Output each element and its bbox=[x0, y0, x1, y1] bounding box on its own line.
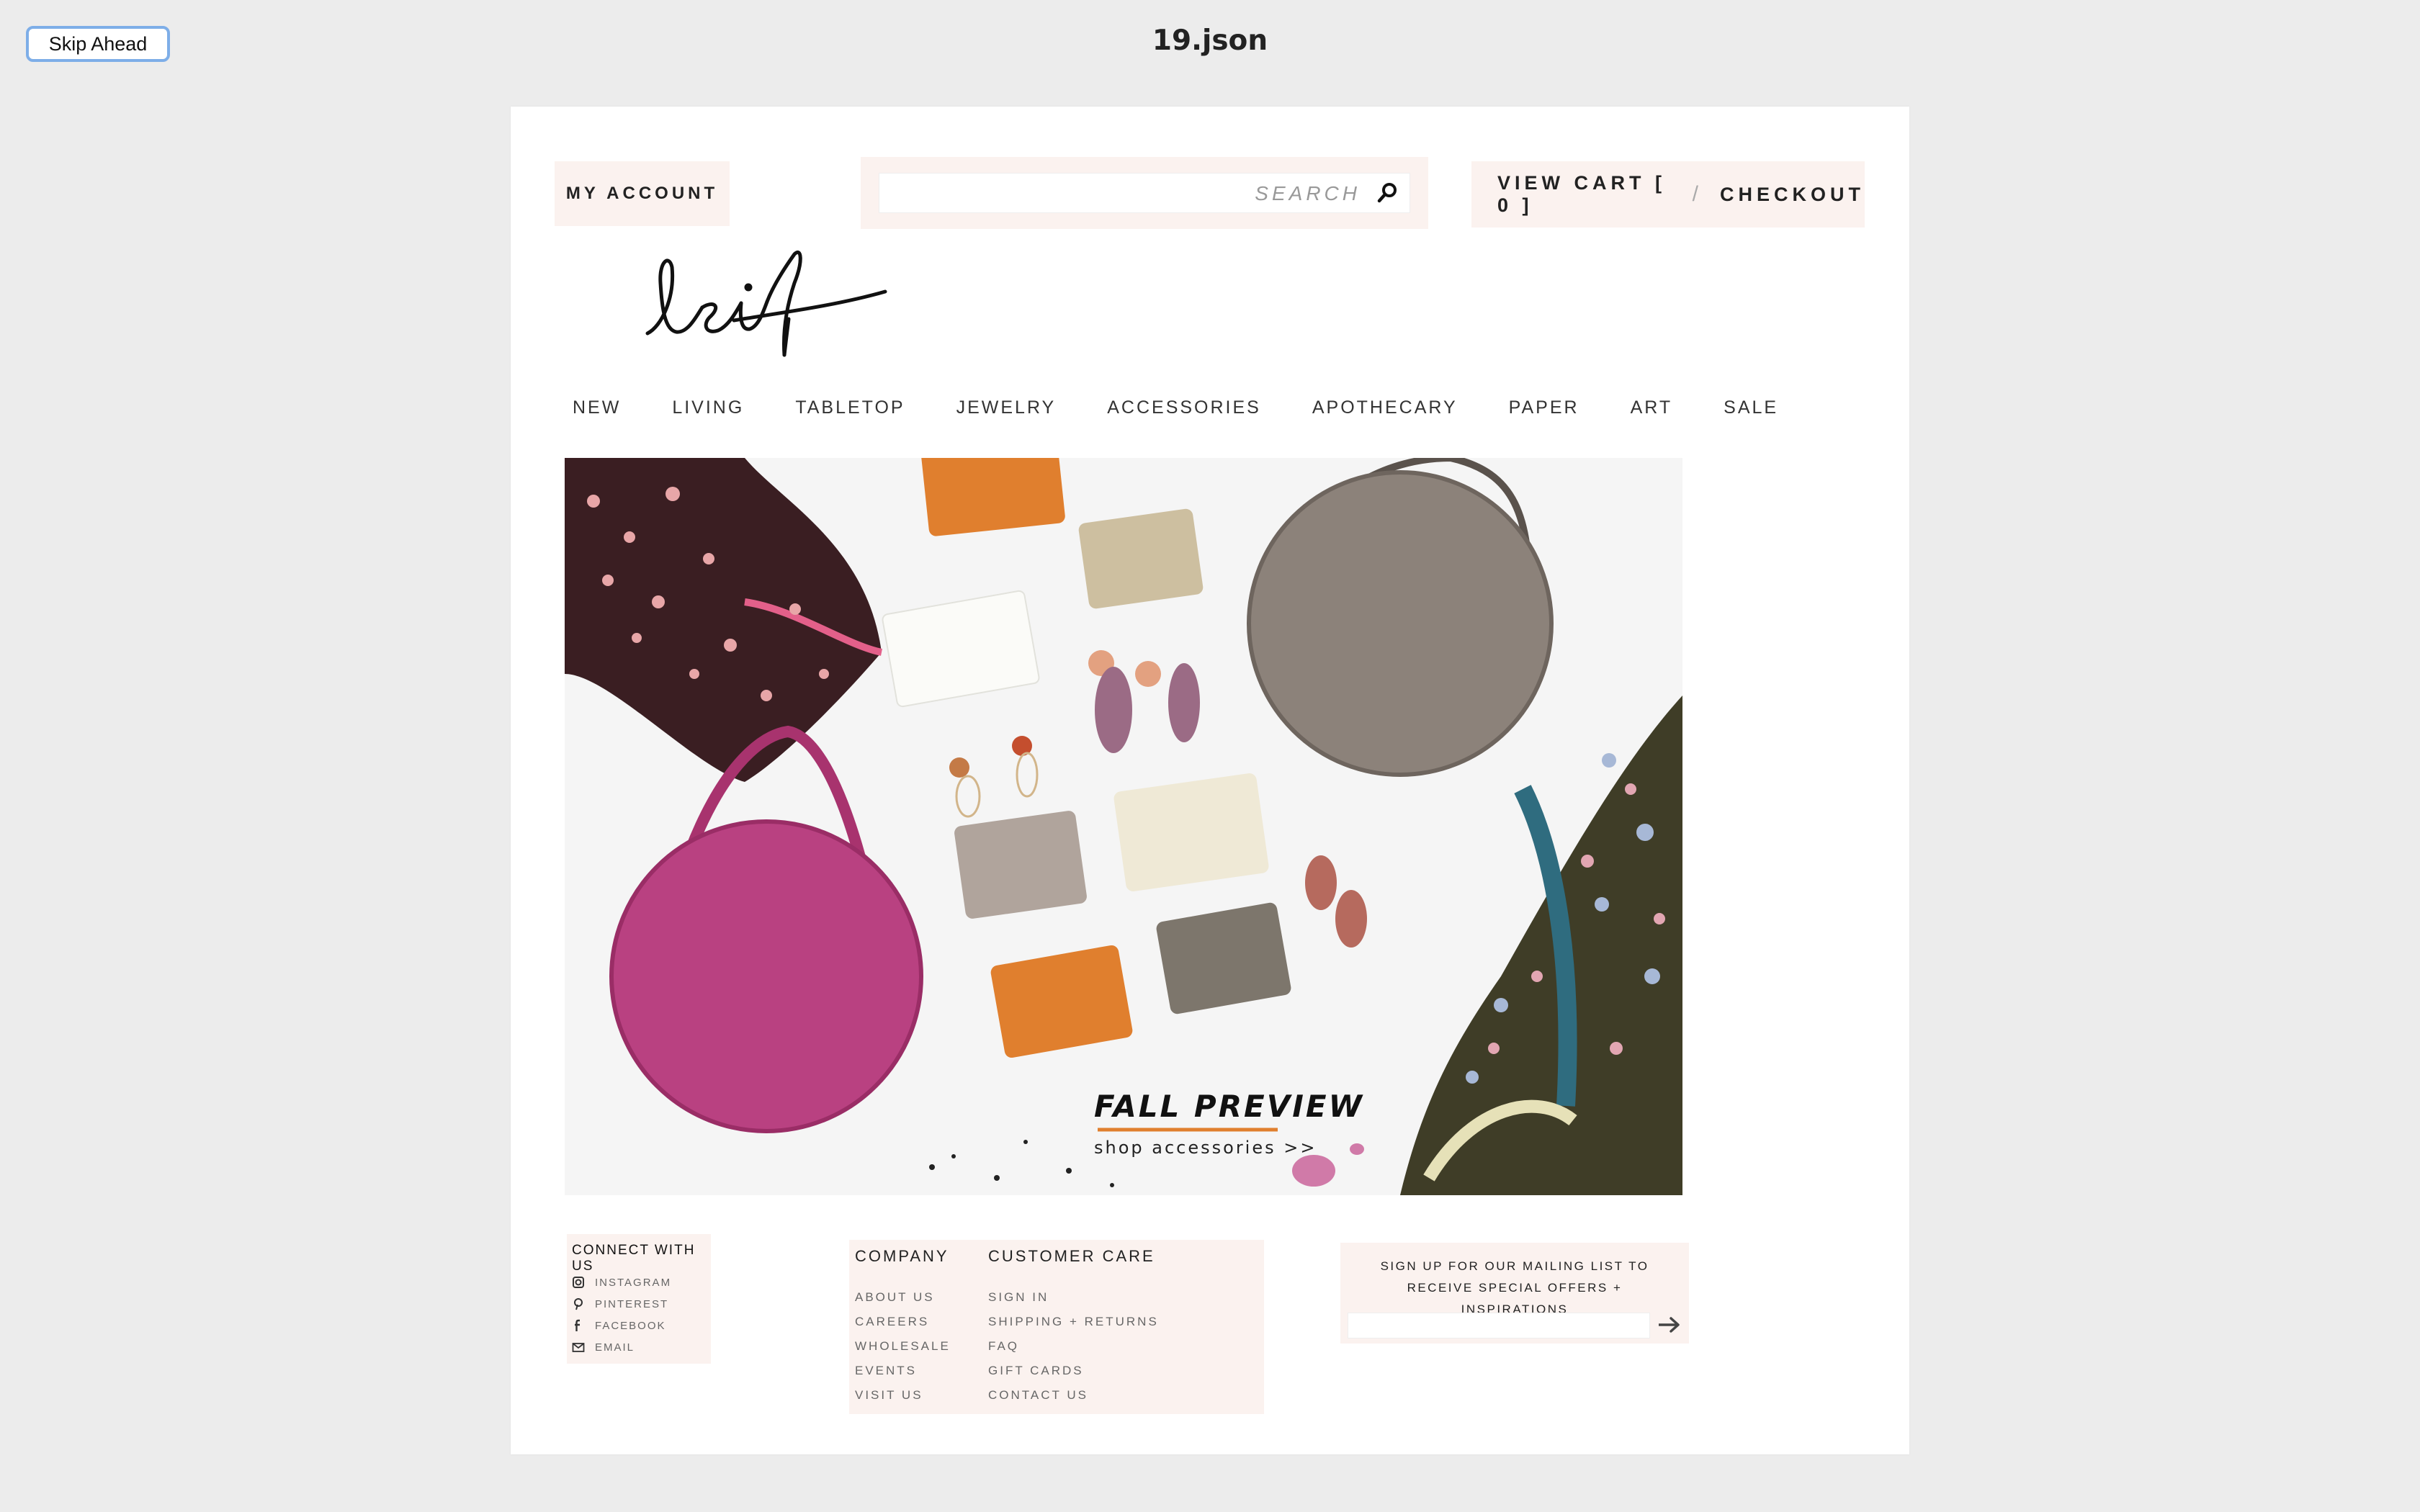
facebook-link[interactable]: FACEBOOK bbox=[572, 1319, 666, 1332]
care-link-faq[interactable]: FAQ bbox=[988, 1339, 1019, 1354]
care-link-giftcards[interactable]: GIFT CARDS bbox=[988, 1364, 1084, 1378]
mailing-signup: SIGN UP FOR OUR MAILING LIST TO RECEIVE … bbox=[1340, 1243, 1689, 1344]
company-link-visit[interactable]: VISIT US bbox=[855, 1388, 923, 1403]
arrow-right-icon[interactable] bbox=[1656, 1312, 1682, 1338]
search-icon[interactable] bbox=[1375, 181, 1399, 205]
email-icon bbox=[572, 1343, 585, 1352]
company-heading: COMPANY bbox=[855, 1247, 949, 1265]
connect-heading: CONNECT WITH US bbox=[572, 1243, 696, 1274]
checkout-link[interactable]: CHECKOUT bbox=[1720, 184, 1865, 206]
nav-item-jewelry[interactable]: JEWELRY bbox=[956, 397, 1057, 426]
instagram-label: INSTAGRAM bbox=[595, 1276, 672, 1289]
company-link-careers[interactable]: CAREERS bbox=[855, 1315, 929, 1329]
pinterest-icon bbox=[574, 1298, 583, 1310]
cart-separator: / bbox=[1692, 182, 1698, 206]
nav-item-accessories[interactable]: ACCESSORIES bbox=[1107, 397, 1261, 426]
email-label: EMAIL bbox=[595, 1341, 635, 1354]
care-link-contact[interactable]: CONTACT US bbox=[988, 1388, 1088, 1403]
mailing-text: SIGN UP FOR OUR MAILING LIST TO RECEIVE … bbox=[1380, 1259, 1649, 1316]
cart-bar: VIEW CART [ 0 ] / CHECKOUT bbox=[1471, 161, 1865, 228]
company-link-wholesale[interactable]: WHOLESALE bbox=[855, 1339, 951, 1354]
hero-banner[interactable]: FALL PREVIEW shop accessories >> bbox=[565, 458, 1682, 1195]
company-link-about[interactable]: ABOUT US bbox=[855, 1290, 935, 1305]
pinterest-label: PINTEREST bbox=[595, 1297, 669, 1310]
nav-item-art[interactable]: ART bbox=[1631, 397, 1673, 426]
care-link-shipping[interactable]: SHIPPING + RETURNS bbox=[988, 1315, 1159, 1329]
hero-image: FALL PREVIEW shop accessories >> bbox=[565, 458, 1682, 1195]
footer-links: COMPANY ABOUT US CAREERS WHOLESALE EVENT… bbox=[849, 1240, 1264, 1414]
leif-logo[interactable] bbox=[640, 247, 900, 362]
facebook-label: FACEBOOK bbox=[595, 1319, 666, 1332]
care-link-signin[interactable]: SIGN IN bbox=[988, 1290, 1049, 1305]
nav-item-apothecary[interactable]: APOTHECARY bbox=[1312, 397, 1458, 426]
hero-subtitle: shop accessories >> bbox=[1094, 1138, 1317, 1158]
my-account-label: MY ACCOUNT bbox=[565, 184, 719, 203]
mailing-email-input[interactable] bbox=[1348, 1313, 1650, 1338]
company-link-events[interactable]: EVENTS bbox=[855, 1364, 917, 1378]
main-nav: NEW LIVING TABLETOP JEWELRY ACCESSORIES … bbox=[573, 397, 1829, 426]
instagram-icon bbox=[573, 1277, 584, 1288]
search-box: SEARCH bbox=[879, 173, 1410, 213]
nav-item-living[interactable]: LIVING bbox=[672, 397, 744, 426]
nav-item-sale[interactable]: SALE bbox=[1724, 397, 1778, 426]
document-title: 19.json bbox=[1152, 24, 1268, 57]
my-account-button[interactable]: MY ACCOUNT bbox=[555, 161, 730, 226]
nav-item-new[interactable]: NEW bbox=[573, 397, 621, 426]
view-cart-link[interactable]: VIEW CART [ 0 ] bbox=[1497, 172, 1671, 217]
email-link[interactable]: EMAIL bbox=[572, 1341, 635, 1354]
instagram-link[interactable]: INSTAGRAM bbox=[572, 1276, 671, 1289]
search-label: SEARCH bbox=[1255, 182, 1361, 204]
facebook-icon bbox=[575, 1319, 580, 1331]
nav-item-tabletop[interactable]: TABLETOP bbox=[795, 397, 905, 426]
care-heading: CUSTOMER CARE bbox=[988, 1247, 1155, 1265]
footer-connect: CONNECT WITH US INSTAGRAM PINTEREST FACE… bbox=[567, 1234, 711, 1364]
hero-title: FALL PREVIEW bbox=[1094, 1089, 1364, 1124]
nav-item-paper[interactable]: PAPER bbox=[1509, 397, 1579, 426]
search-input[interactable] bbox=[879, 174, 1283, 212]
webpage-frame: MY ACCOUNT SEARCH VIEW CART [ 0 ] / CHEC… bbox=[511, 107, 1909, 1454]
pinterest-link[interactable]: PINTEREST bbox=[572, 1297, 668, 1310]
search-bar: SEARCH bbox=[861, 157, 1428, 229]
